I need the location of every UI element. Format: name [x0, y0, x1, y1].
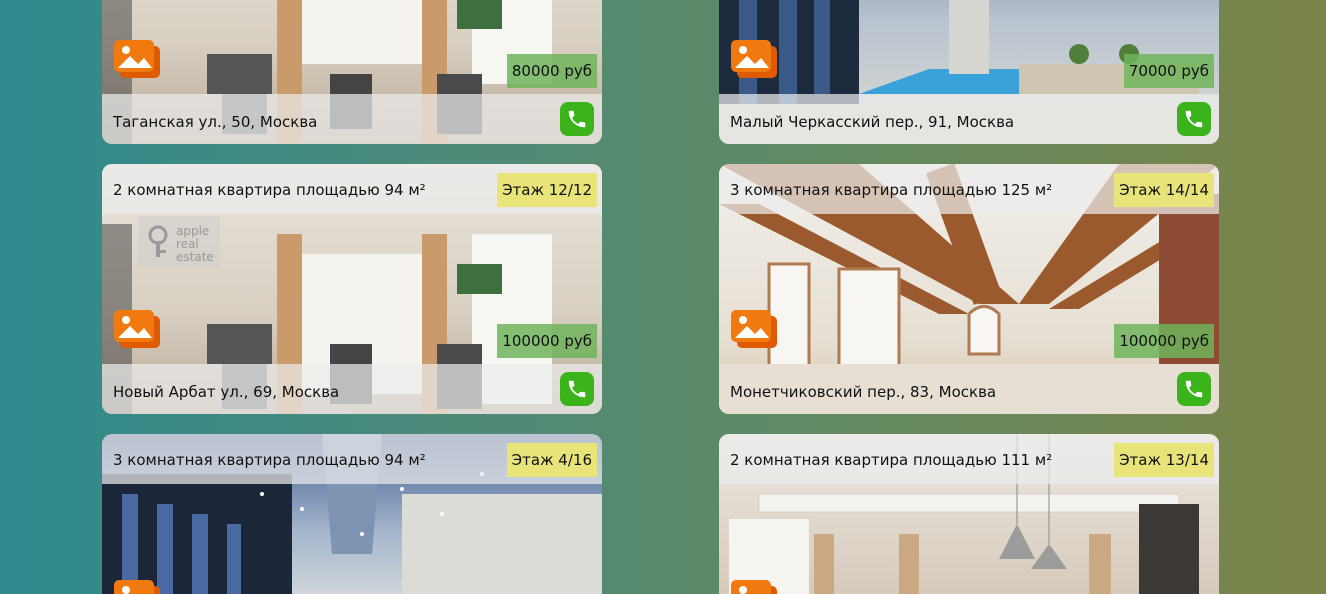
address-text: Новый Арбат ул., 69, Москва: [113, 383, 340, 401]
floor-badge: Этаж 13/14: [1114, 443, 1214, 477]
phone-icon: [568, 110, 586, 128]
logo-text: real: [176, 237, 199, 251]
price-badge: 100000 руб: [1114, 324, 1214, 358]
logo-text: apple: [176, 224, 210, 238]
listing-card[interactable]: 2 комнатная квартира площадью 111 м² Эта…: [719, 434, 1219, 594]
listing-title: 2 комнатная квартира площадью 94 м²: [113, 181, 426, 199]
listing-card[interactable]: 80000 руб Таганская ул., 50, Москва: [102, 0, 602, 144]
phone-icon: [568, 380, 586, 398]
gallery-icon[interactable]: [731, 580, 779, 594]
phone-button[interactable]: [560, 102, 594, 136]
gallery-icon[interactable]: [731, 40, 779, 80]
price-badge: 80000 руб: [506, 54, 597, 88]
listing-card[interactable]: 2 комнатная квартира площадью 94 м² Этаж…: [102, 164, 602, 414]
listing-title: 3 комнатная квартира площадью 125 м²: [730, 181, 1053, 199]
listing-card[interactable]: 3 комнатная квартира площадью 94 м² Этаж…: [102, 434, 602, 594]
floor-badge: Этаж 12/12: [497, 173, 597, 207]
phone-button[interactable]: [1177, 102, 1211, 136]
phone-button[interactable]: [1177, 372, 1211, 406]
floor-badge: Этаж 14/14: [1114, 173, 1214, 207]
gallery-icon[interactable]: [114, 580, 162, 594]
listing-title: 2 комнатная квартира площадью 111 м²: [730, 451, 1053, 469]
address-text: Таганская ул., 50, Москва: [113, 113, 318, 131]
gallery-icon[interactable]: [731, 310, 779, 350]
listing-card[interactable]: 3 комнатная квартира площадью 125 м² Эта…: [719, 164, 1219, 414]
listing-title: 3 комнатная квартира площадью 94 м²: [113, 451, 426, 469]
floor-badge: Этаж 4/16: [506, 443, 597, 477]
price-badge: 100000 руб: [497, 324, 597, 358]
logo-text: estate: [176, 250, 214, 264]
address-text: Малый Черкасский пер., 91, Москва: [730, 113, 1015, 131]
phone-button[interactable]: [560, 372, 594, 406]
listing-card[interactable]: 70000 руб Малый Черкасский пер., 91, Мос…: [719, 0, 1219, 144]
phone-icon: [1185, 110, 1203, 128]
gallery-icon[interactable]: [114, 310, 162, 350]
address-text: Монетчиковский пер., 83, Москва: [730, 383, 997, 401]
price-badge: 70000 руб: [1123, 54, 1214, 88]
gallery-icon[interactable]: [114, 40, 162, 80]
phone-icon: [1185, 380, 1203, 398]
watermark-logo: apple real estate: [138, 216, 220, 268]
